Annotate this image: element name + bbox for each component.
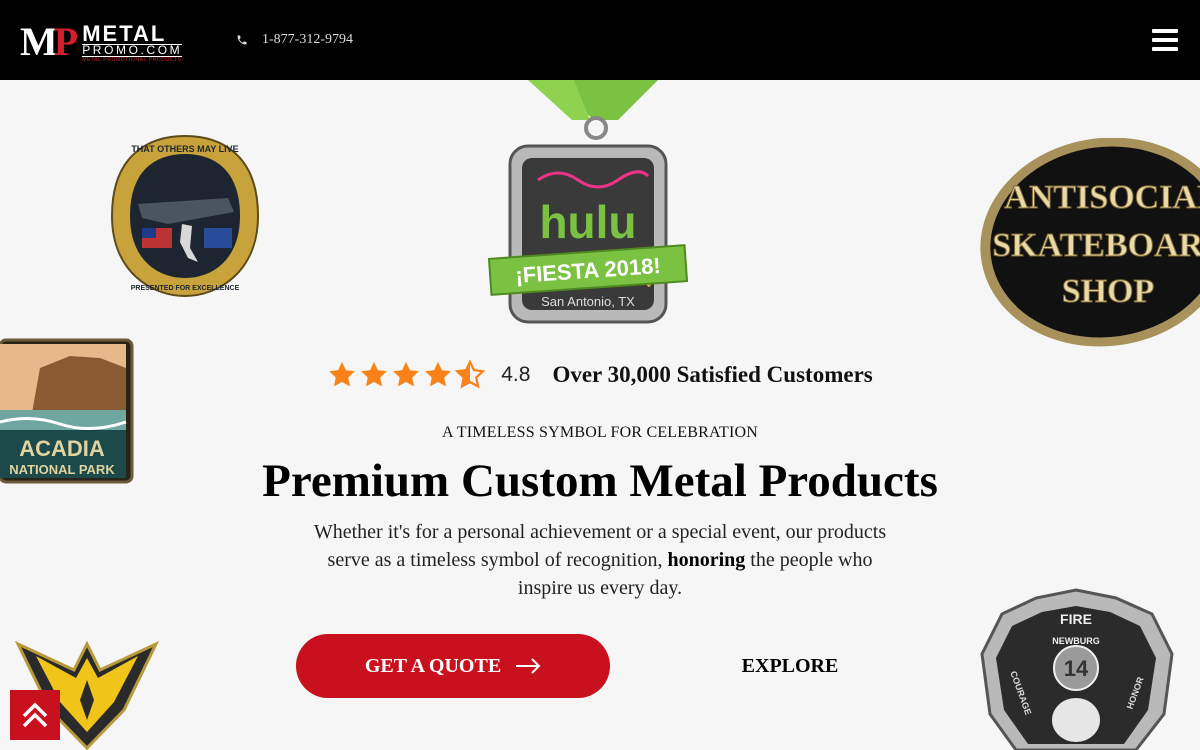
fire-top-text: FIRE [1060,611,1092,627]
rating-text: Over 30,000 Satisfied Customers [552,362,873,387]
medal-city-text: San Antonio, TX [541,294,635,309]
arrow-right-icon [516,658,541,674]
phone-icon [237,35,247,45]
logo-monogram: MP [20,19,78,64]
get-a-quote-label: GET A QUOTE [364,654,502,677]
phone-link[interactable]: 1-877-312-9794 [236,32,353,48]
half-star-icon [455,360,486,389]
coin-bottom-text: PRESENTED FOR EXCELLENCE [131,285,240,292]
fire-town-text: NEWBURG [1052,636,1100,646]
star-icon [329,361,356,387]
skateboard-pin-image: ANTISOCIAL SKATEBOARD SHOP [980,138,1200,347]
rating-stars [327,360,487,390]
medal-brand-text: hulu [539,196,636,248]
pin-line-1: ANTISOCIAL [1004,179,1200,216]
pin-line-2: SKATEBOARD [992,227,1200,264]
explore-button[interactable]: EXPLORE [700,634,880,698]
site-logo[interactable]: MP METAL PROMO.COM METAL PROMOTIONAL PRO… [20,19,183,64]
star-icon [393,361,420,387]
scroll-to-top-button[interactable] [10,690,60,740]
star-icon [425,361,452,387]
customer-rating: 4.8 Over 30,000 Satisfied Customers [0,360,1200,390]
get-a-quote-button[interactable]: GET A QUOTE [296,634,610,698]
fire-number-text: 14 [1064,656,1089,681]
phone-number: 1-877-312-9794 [262,32,353,47]
coin-top-text: THAT OTHERS MAY LIVE [131,144,238,154]
logo-wordmark: METAL PROMO.COM METAL PROMOTIONAL PRODUC… [82,21,183,63]
pin-line-3: SHOP [1062,273,1155,310]
hero-title: Premium Custom Metal Products [262,455,938,507]
rating-value: 4.8 [501,363,531,386]
hero-description-bold: honoring [667,549,746,571]
hamburger-menu-icon[interactable] [1152,29,1178,51]
star-icon [361,361,388,387]
explore-label: EXPLORE [741,654,839,677]
hero-eyebrow: A TIMELESS SYMBOL FOR CELEBRATION [442,424,758,441]
site-header: MP METAL PROMO.COM METAL PROMOTIONAL PRO… [0,0,1200,80]
hero-description: Whether it's for a personal achievement … [313,521,887,599]
hulu-medal-image: hulu ¡FIESTA 2018! San Antonio, TX [487,80,689,324]
challenge-coin-image: THAT OTHERS MAY LIVE PRESENTED FOR EXCEL… [110,134,260,298]
double-chevron-up-icon [22,702,48,728]
firefighter-coin-image: FIRE NEWBURG 14 COURAGE HONOR [980,588,1174,750]
